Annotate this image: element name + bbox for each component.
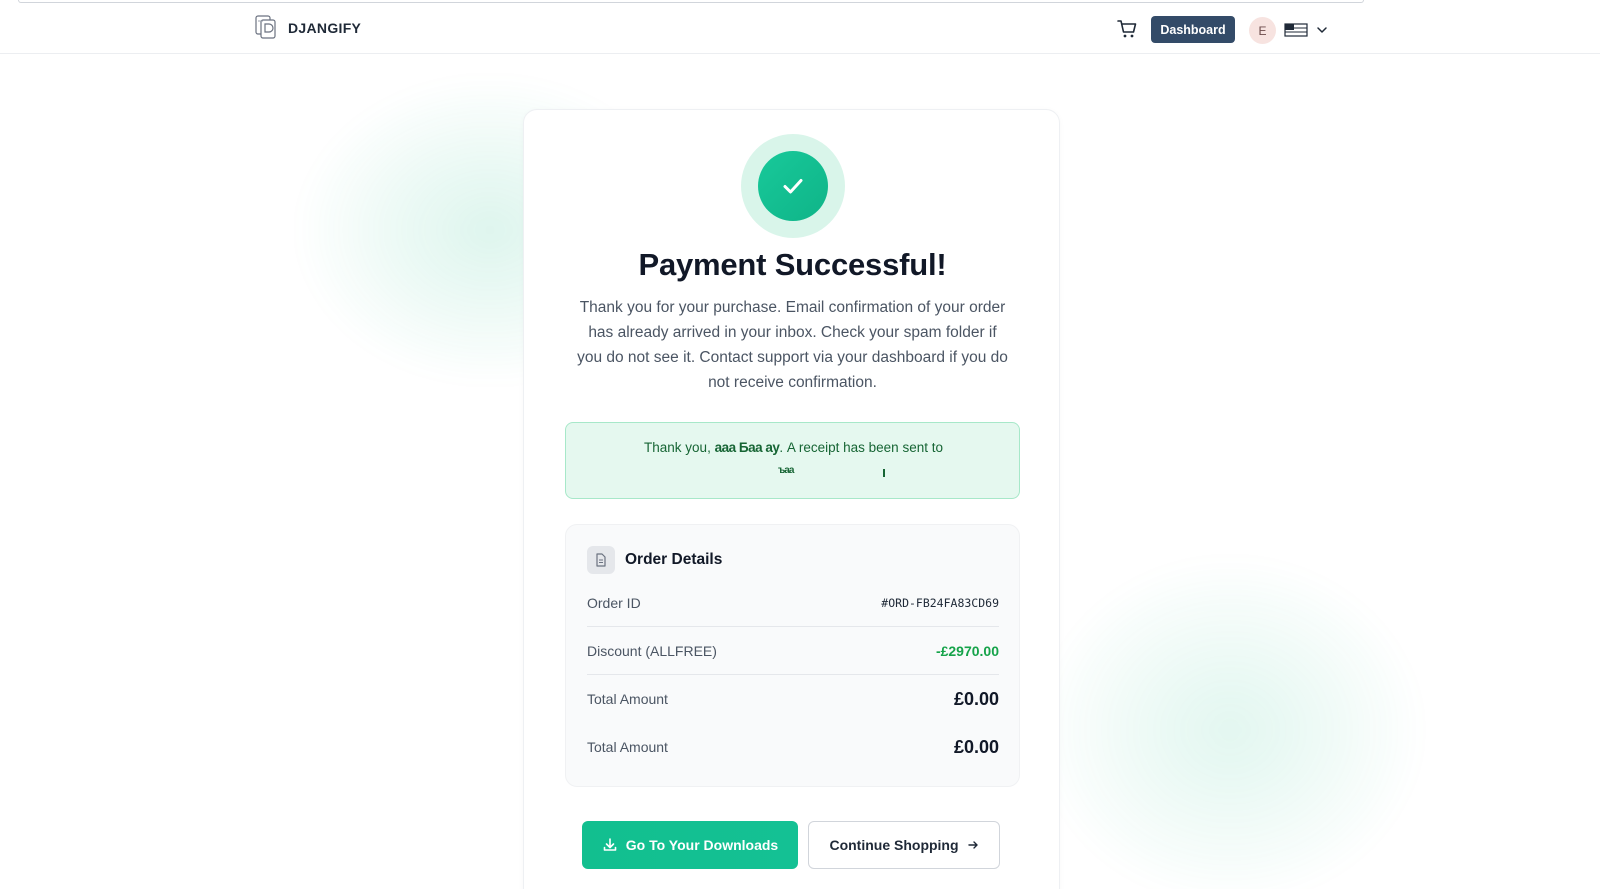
order-id-row: Order ID #ORD-FB24FA83CD69: [587, 579, 999, 627]
continue-shopping-button[interactable]: Continue Shopping: [808, 821, 1000, 869]
redaction-mark: [883, 469, 885, 477]
receipt-notice: Thank you, ааа Баа ау. A receipt has bee…: [565, 422, 1020, 499]
document-icon: [587, 546, 615, 574]
order-id-label: Order ID: [587, 594, 641, 611]
discount-row: Discount (ALLFREE) -£2970.00: [587, 627, 999, 675]
total-amount-label: Total Amount: [587, 691, 668, 707]
receipt-prefix: Thank you,: [644, 440, 711, 455]
background-glow-right: [1040, 560, 1420, 889]
payment-success-page: DJANGIFY Dashboard E Payment Successful!…: [0, 0, 1600, 889]
site-header: DJANGIFY Dashboard E: [0, 6, 1600, 54]
order-id-value: #ORD-FB24FA83CD69: [881, 595, 999, 610]
go-to-downloads-label: Go To Your Downloads: [625, 837, 779, 853]
brand-link[interactable]: DJANGIFY: [254, 14, 361, 42]
discount-label: Discount (ALLFREE): [587, 642, 717, 659]
total-amount-label-2: Total Amount: [587, 739, 668, 755]
page-title: Payment Successful!: [638, 247, 947, 282]
language-flag-icon[interactable]: [1284, 23, 1308, 37]
brand-name: DJANGIFY: [288, 20, 362, 36]
checkmark-icon: [783, 179, 803, 194]
brand-logo-icon: [255, 15, 276, 39]
avatar[interactable]: E: [1249, 17, 1276, 44]
browser-top-edge: [18, 0, 1364, 3]
redacted-email: ъаа: [778, 465, 794, 476]
go-to-downloads-button[interactable]: Go To Your Downloads: [582, 821, 798, 869]
success-card: Payment Successful! Thank you for your p…: [523, 109, 1060, 889]
download-icon: [603, 838, 617, 851]
total-amount-row: Total Amount £0.00: [587, 675, 999, 723]
discount-value: -£2970.00: [935, 642, 999, 659]
order-details-title: Order Details: [625, 551, 723, 568]
order-details-panel: Order Details Order ID #ORD-FB24FA83CD69…: [565, 524, 1020, 787]
total-amount-value: £0.00: [953, 688, 999, 709]
continue-shopping-label: Continue Shopping: [829, 837, 959, 853]
total-amount-row-2: Total Amount £0.00: [587, 723, 999, 771]
cart-icon[interactable]: [1116, 18, 1138, 40]
arrow-right-icon: [967, 841, 978, 849]
redacted-customer-name: ааа Баа ау: [714, 440, 780, 455]
success-badge: [741, 134, 845, 238]
dashboard-button[interactable]: Dashboard: [1151, 16, 1235, 43]
success-description: Thank you for your purchase. Email confi…: [577, 299, 1008, 391]
receipt-suffix: . A receipt has been sent to: [779, 440, 943, 455]
chevron-down-icon[interactable]: [1316, 24, 1328, 36]
total-amount-value-2: £0.00: [953, 736, 999, 757]
